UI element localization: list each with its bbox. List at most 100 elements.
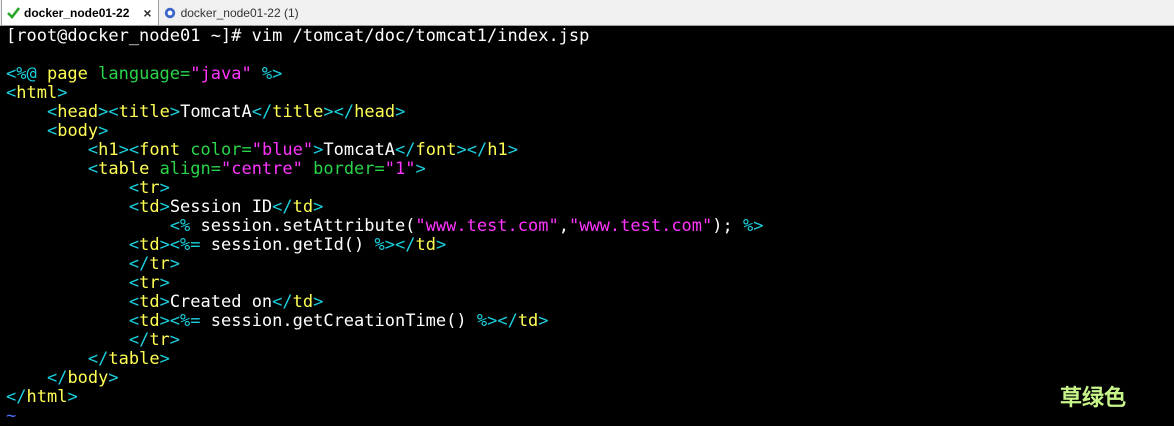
code-line: <td><%= session.getCreationTime() %></td…	[6, 312, 1174, 331]
code-token-attr: color=	[190, 140, 252, 160]
code-token-attr: border=	[313, 159, 385, 179]
code-token-tag: >	[415, 159, 426, 179]
code-token-tag: >	[169, 330, 181, 350]
file-content: <%@ page language="java" %> <html> <head>…	[6, 46, 1174, 426]
code-token-tag: <	[128, 292, 140, 312]
code-token-name: td	[415, 235, 436, 255]
code-token-tag: </	[272, 197, 293, 217]
code-line: <head><title>TomcatA</title></head>	[6, 103, 1174, 122]
code-line: </tr>	[6, 331, 1174, 350]
code-token-name: table	[98, 159, 160, 179]
code-token-attr: align=	[159, 159, 221, 179]
code-token-tag: >	[507, 140, 518, 160]
tab-label: docker_node01-22	[24, 5, 130, 20]
code-token-tag: </	[128, 330, 150, 350]
session-icon	[163, 6, 177, 20]
code-token-name: tr	[139, 178, 160, 198]
code-token-str: "www.test.com"	[568, 216, 713, 236]
code-token-tag: <	[128, 235, 140, 255]
code-token-tag: <	[128, 178, 140, 198]
code-token-tag: >	[313, 140, 324, 160]
code-line: <td><%= session.getId() %></td>	[6, 236, 1174, 255]
close-icon[interactable]: ×	[143, 5, 151, 21]
code-token-tilde: ~	[6, 406, 17, 426]
code-token-name: title	[272, 102, 324, 122]
code-token-name: html	[26, 387, 68, 407]
code-token-tag: <	[46, 102, 58, 122]
code-token-text: Session ID	[169, 197, 273, 217]
code-token-tag: <	[128, 311, 140, 331]
terminal-window[interactable]: [root@docker_node01 ~]# vim /tomcat/doc/…	[0, 26, 1174, 426]
code-token-name: body	[67, 368, 109, 388]
tab-docker-node01-22-1[interactable]: docker_node01-22 (1)	[159, 1, 305, 25]
code-line: <td>Created on</td>	[6, 293, 1174, 312]
code-token-tag: %></	[476, 311, 518, 331]
code-token-tag: >	[108, 368, 119, 388]
code-line: <html>	[6, 84, 1174, 103]
code-token-str: "1"	[384, 159, 416, 179]
code-token-name: table	[108, 349, 160, 369]
code-token-name: html	[16, 83, 58, 103]
code-token-tag: </	[251, 102, 273, 122]
code-token-tag: %>	[742, 216, 764, 236]
code-token-name: font	[415, 140, 457, 160]
code-token-text: session.getCreationTime()	[200, 311, 477, 331]
code-token-tag: >	[538, 311, 549, 331]
code-token-name: h1	[98, 140, 119, 160]
code-token-str: "www.test.com"	[415, 216, 559, 236]
code-line: <% session.setAttribute("www.test.com","…	[6, 217, 1174, 236]
code-token-tag: </	[395, 140, 416, 160]
session-tab-bar: docker_node01-22 × docker_node01-22 (1)	[0, 0, 1174, 26]
code-token-name: page	[46, 64, 99, 84]
code-token-tag: >	[395, 102, 406, 122]
code-token-name: font	[139, 140, 191, 160]
code-token-text: TomcatA	[323, 140, 396, 160]
check-icon	[6, 6, 20, 20]
tab-docker-node01-22[interactable]: docker_node01-22 ×	[1, 0, 159, 25]
code-token-tag: %></	[374, 235, 416, 255]
code-token-tag: ></	[456, 140, 488, 160]
code-line: </tr>	[6, 255, 1174, 274]
code-token-tag: >	[57, 83, 68, 103]
code-token-tag: >	[98, 121, 109, 141]
code-token-name: tr	[149, 330, 170, 350]
code-token-attr: language=	[98, 64, 191, 84]
code-token-tag: >	[313, 292, 324, 312]
code-token-name: body	[57, 121, 99, 141]
code-token-tag: ><%=	[159, 311, 201, 331]
code-token-tag: <	[128, 273, 140, 293]
code-line: <%@ page language="java" %>	[6, 65, 1174, 84]
code-token-str: "centre"	[220, 159, 314, 179]
code-token-tag: >	[169, 102, 181, 122]
code-token-tag: <	[87, 140, 99, 160]
code-token-tag: >	[435, 235, 447, 255]
code-line: <tr>	[6, 179, 1174, 198]
code-token-tag: <	[87, 159, 99, 179]
code-token-tag: </	[87, 349, 109, 369]
code-token-name: h1	[487, 140, 508, 160]
code-line: </body>	[6, 369, 1174, 388]
code-token-name: td	[139, 292, 160, 312]
code-token-tag: >	[159, 273, 170, 293]
code-line: <body>	[6, 122, 1174, 141]
code-token-tag: <	[46, 121, 58, 141]
code-token-text: session.setAttribute(	[190, 216, 416, 236]
code-token-str: "blue"	[251, 140, 314, 160]
code-token-tag: >	[159, 292, 170, 312]
code-line: </html>	[6, 388, 1174, 407]
code-line: <tr>	[6, 274, 1174, 293]
code-line: <h1><font color="blue">TomcatA</font></h…	[6, 141, 1174, 160]
empty-buffer-line: ~	[6, 407, 1174, 426]
code-token-tag: <	[6, 83, 17, 103]
code-token-name: td	[292, 292, 314, 312]
